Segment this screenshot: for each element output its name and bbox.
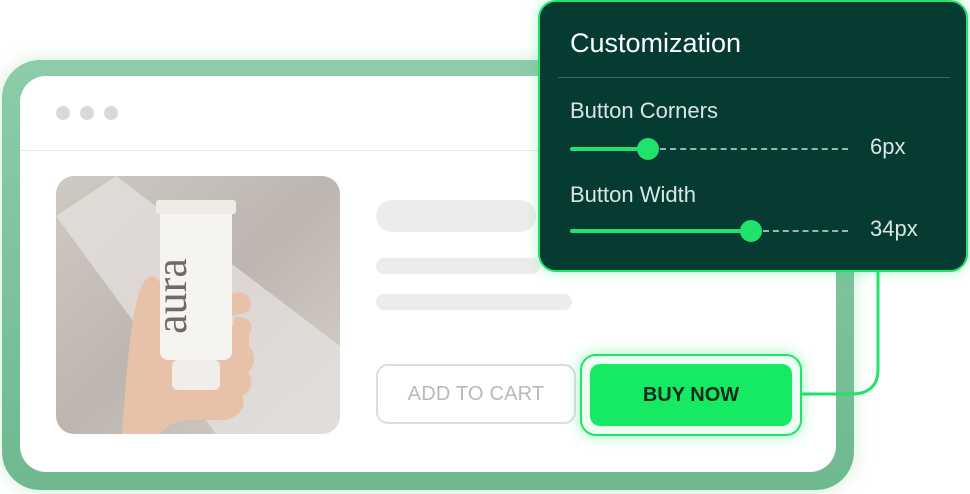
title-placeholder: [376, 200, 536, 232]
text-placeholder: [376, 294, 572, 310]
button-width-label: Button Width: [570, 182, 696, 207]
button-corners-value: 6px: [870, 134, 906, 159]
window-control-dot[interactable]: [56, 106, 70, 120]
customization-panel: Customization Button Corners 6px Button …: [538, 0, 968, 272]
button-corners-slider[interactable]: [570, 138, 848, 160]
slider-thumb[interactable]: [637, 138, 659, 160]
product-image: aura: [56, 176, 340, 434]
buy-now-highlight: BUY NOW: [580, 354, 802, 436]
window-control-dot[interactable]: [104, 106, 118, 120]
panel-divider: [558, 77, 950, 78]
buy-now-button[interactable]: BUY NOW: [590, 364, 792, 426]
product-brand-text: aura: [147, 258, 196, 334]
slider-remaining: [763, 230, 848, 232]
button-corners-label: Button Corners: [570, 98, 718, 123]
slider-thumb[interactable]: [740, 220, 762, 242]
add-to-cart-button[interactable]: ADD TO CART: [376, 364, 576, 424]
button-width-slider[interactable]: [570, 220, 848, 242]
text-placeholder: [376, 258, 540, 274]
button-width-value: 34px: [870, 216, 918, 241]
window-control-dot[interactable]: [80, 106, 94, 120]
panel-title: Customization: [570, 28, 742, 58]
slider-remaining: [660, 148, 848, 150]
slider-fill: [570, 229, 751, 233]
